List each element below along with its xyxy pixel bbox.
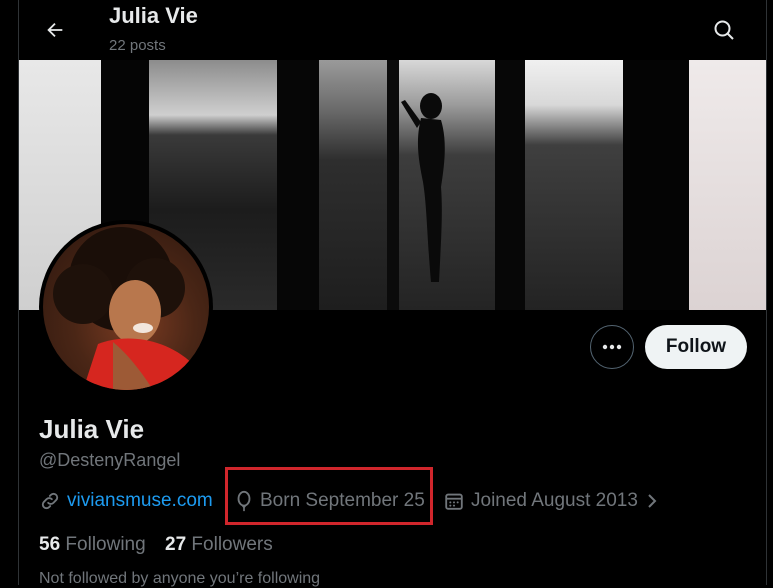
highlight-box — [225, 467, 433, 525]
following-stat[interactable]: 56 Following — [39, 534, 146, 556]
search-icon — [714, 20, 734, 40]
following-count: 56 — [39, 534, 61, 555]
back-button[interactable] — [37, 12, 73, 48]
header-name: Julia Vie — [109, 3, 198, 28]
joined-item[interactable]: Joined August 2013 — [443, 486, 660, 516]
avatar-frame[interactable] — [39, 220, 213, 394]
silhouette-figure — [401, 93, 445, 282]
profile-handle: @DestenyRangel — [39, 450, 181, 470]
chevron-right-icon — [648, 494, 657, 508]
banner-frame — [623, 60, 689, 310]
search-button[interactable] — [706, 12, 742, 48]
banner-window-2 — [319, 60, 387, 310]
arrow-left-icon — [47, 22, 63, 38]
calendar-icon — [445, 493, 463, 510]
follow-button[interactable]: Follow — [645, 325, 747, 369]
website-item: viviansmuse.com — [39, 486, 213, 516]
banner-frame — [495, 60, 525, 310]
followers-stat[interactable]: 27 Followers — [165, 534, 273, 556]
website-link[interactable]: viviansmuse.com — [67, 490, 213, 512]
following-label: Following — [65, 534, 146, 555]
followers-count: 27 — [165, 534, 187, 555]
avatar — [43, 224, 209, 390]
link-icon — [41, 492, 59, 510]
profile-column: Julia Vie 22 posts Follow Julia Vie @Des… — [18, 0, 767, 587]
top-bar: Julia Vie 22 posts — [19, 0, 766, 60]
banner-window-4 — [525, 60, 623, 310]
more-options-button[interactable] — [590, 325, 634, 369]
left-margin — [0, 0, 18, 585]
banner-frame — [277, 60, 319, 310]
profile-name: Julia Vie — [39, 414, 145, 444]
not-followed-note: Not followed by anyone you’re following — [39, 570, 321, 587]
followers-label: Followers — [191, 534, 273, 555]
header-post-count: 22 posts — [109, 37, 166, 54]
joined-text: Joined August 2013 — [471, 490, 638, 511]
more-dots-icon — [602, 344, 622, 350]
banner-panel-right — [689, 60, 766, 310]
